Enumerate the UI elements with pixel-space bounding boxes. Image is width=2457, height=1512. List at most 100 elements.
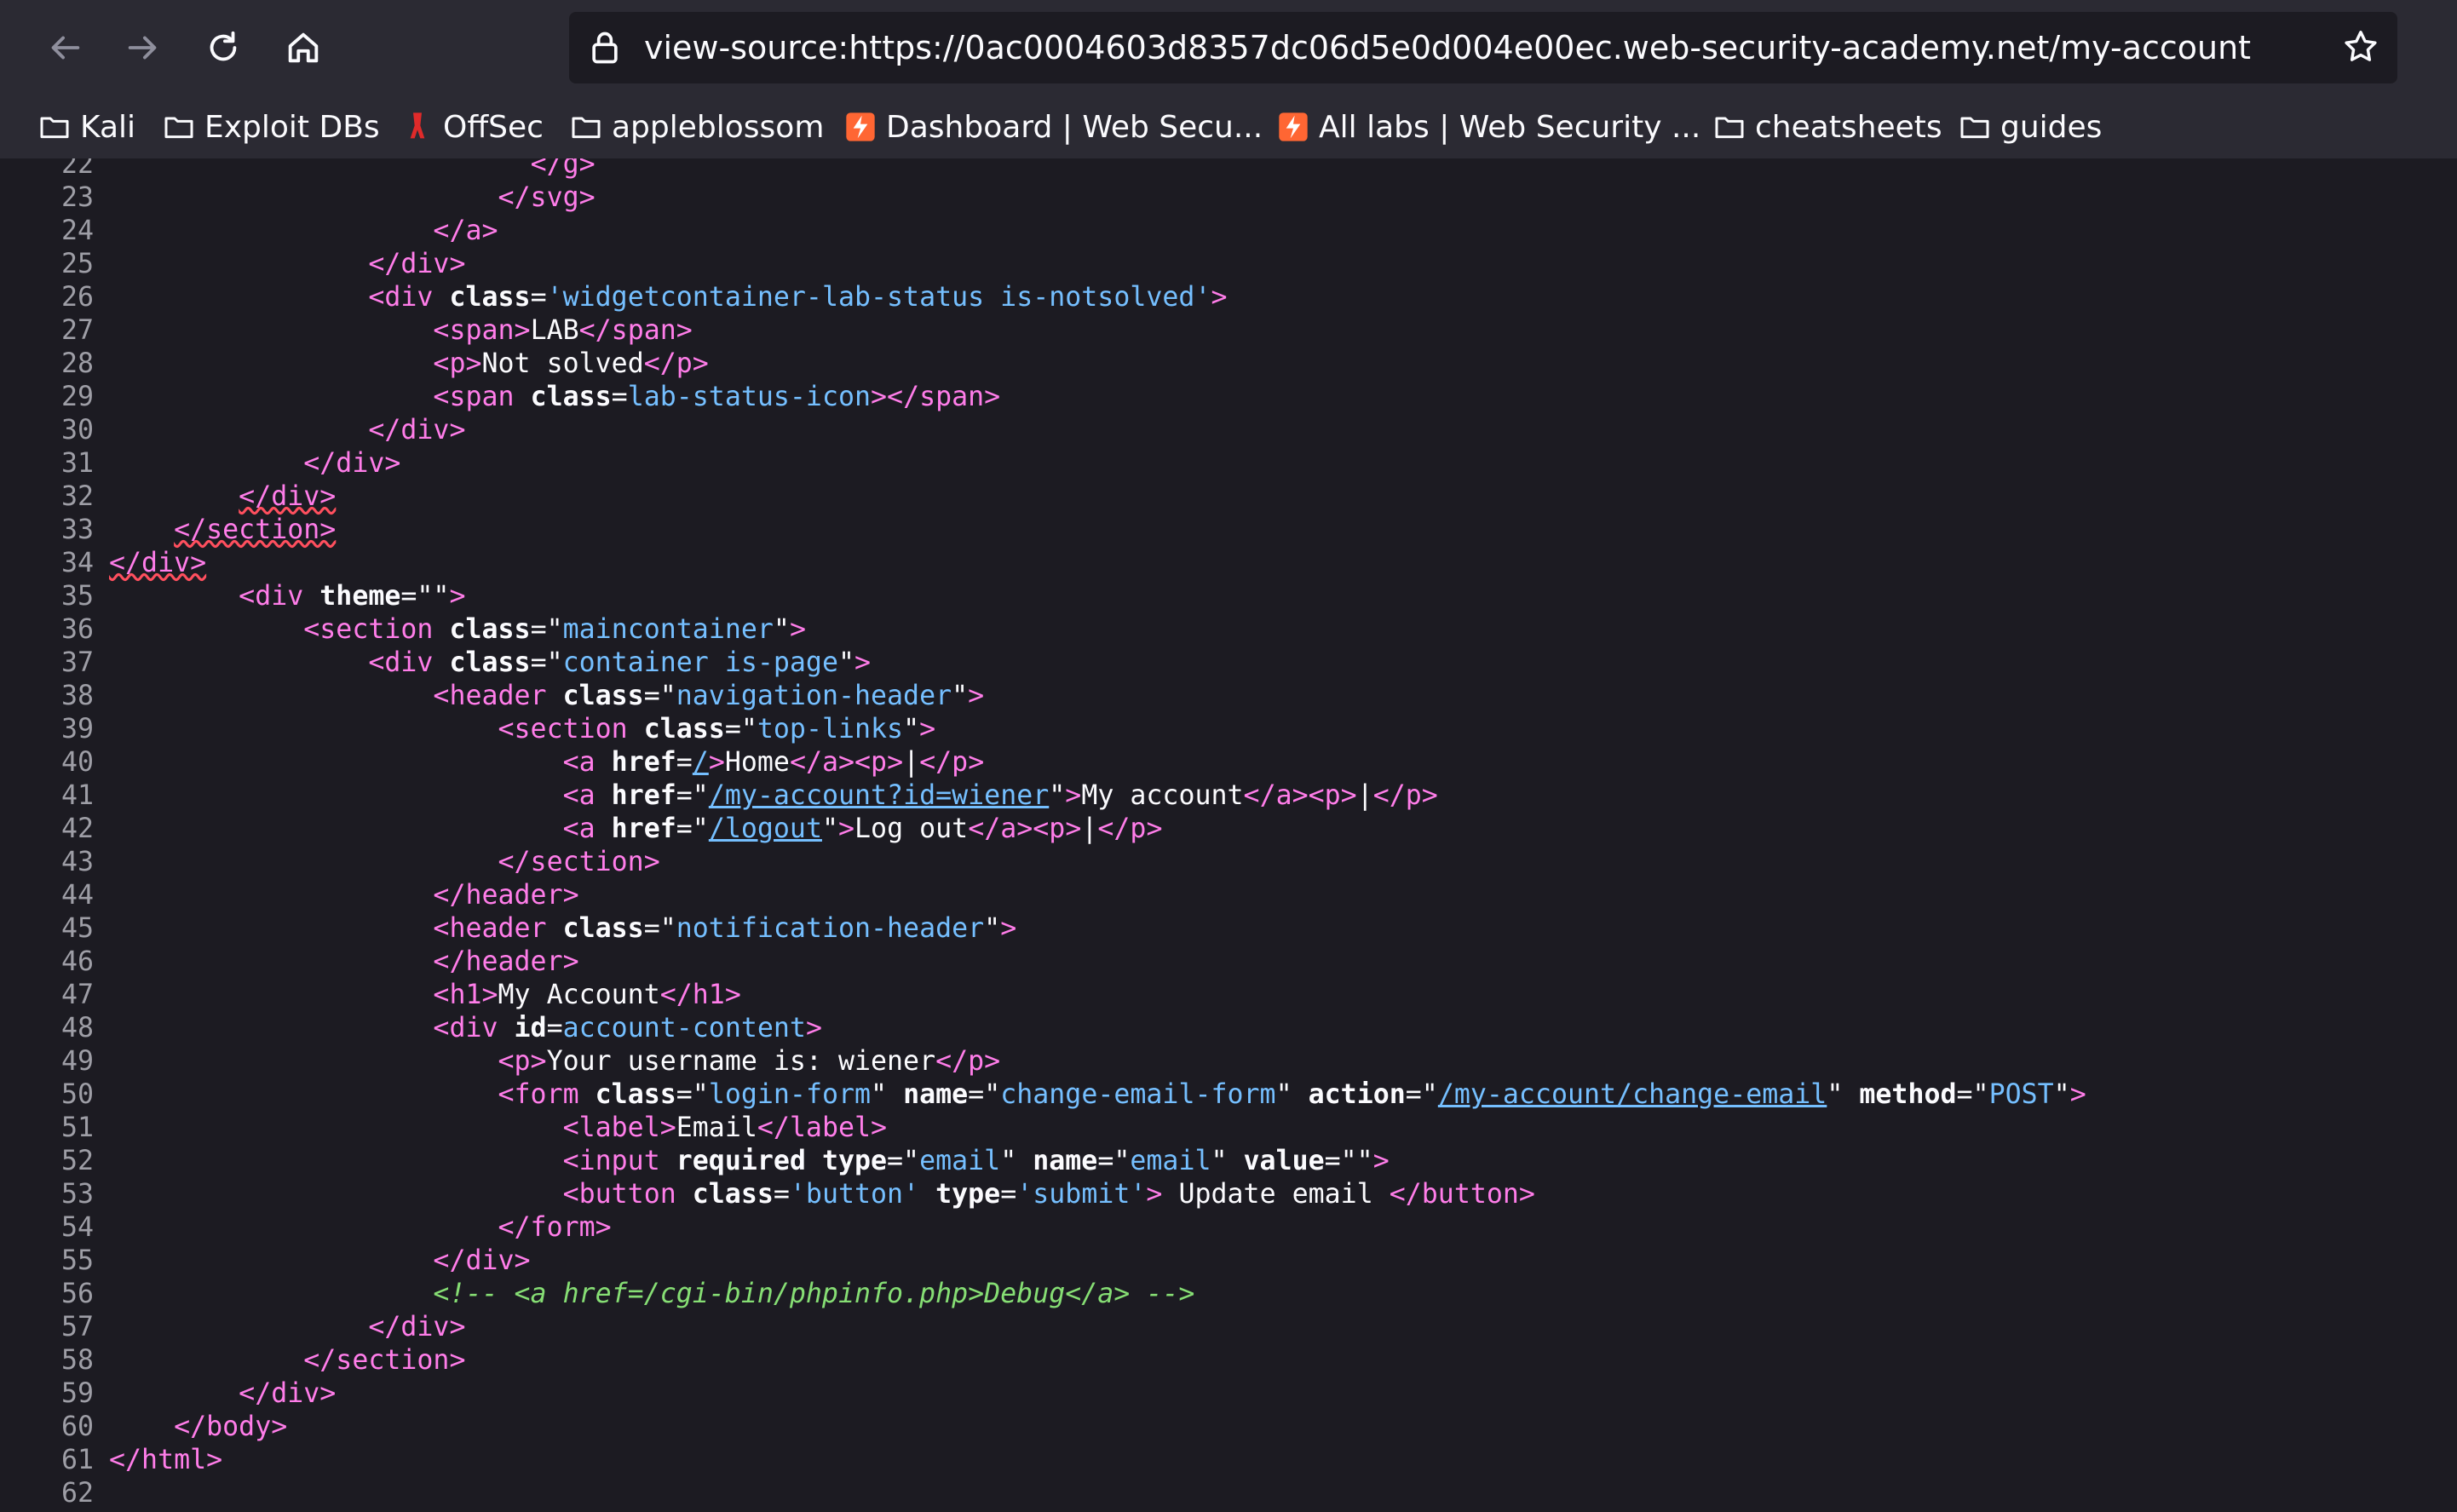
source-line: 38 <header class="navigation-header"> xyxy=(0,680,984,713)
source-link[interactable]: /my-account?id=wiener xyxy=(709,780,1049,811)
source-token: method xyxy=(1859,1079,1957,1110)
line-number: 51 xyxy=(60,1112,94,1143)
url-text[interactable]: view-source:https://0ac0004603d8357dc06d… xyxy=(644,12,2251,83)
bookmark-dashboard[interactable]: Dashboard | Web Secu... xyxy=(843,95,1263,158)
lock-icon[interactable] xyxy=(586,29,624,66)
line-number: 32 xyxy=(60,481,94,512)
folder-icon xyxy=(40,117,69,139)
source-link[interactable]: / xyxy=(693,747,709,778)
source-line: 33 </section> xyxy=(0,514,336,547)
line-number: 33 xyxy=(60,515,94,545)
line-number: 25 xyxy=(60,249,94,279)
source-token: " xyxy=(821,813,838,844)
source-token: > xyxy=(838,813,855,844)
bookmark-cheatsheets[interactable]: cheatsheets xyxy=(1712,95,1942,158)
source-token: </section> xyxy=(303,1345,466,1376)
folder-icon xyxy=(572,117,601,139)
source-token: " xyxy=(837,647,854,678)
source-token: Log out xyxy=(854,813,969,844)
source-token: > xyxy=(2069,1079,2086,1110)
source-token: " xyxy=(1211,1146,1244,1176)
source-line: 62 xyxy=(0,1477,109,1510)
bookmark-label: appleblossom xyxy=(612,109,825,145)
source-token: </h1> xyxy=(659,980,741,1010)
source-token: 'button' xyxy=(789,1179,920,1210)
source-link[interactable]: /my-account/change-email xyxy=(1438,1079,1827,1110)
source-token: action xyxy=(1308,1079,1406,1110)
source-token: " xyxy=(1049,780,1066,811)
source-token: > xyxy=(789,614,806,645)
source-token: account-content xyxy=(562,1013,806,1043)
source-line: 30 </div> xyxy=(0,414,466,447)
source-token: Your username is: wiener xyxy=(546,1046,936,1077)
portswigger-icon xyxy=(846,112,875,141)
source-token: ="" xyxy=(1324,1146,1373,1176)
bookmark-appleblossom[interactable]: appleblossom xyxy=(569,95,824,158)
source-line: 56 <!-- <a href=/cgi-bin/phpinfo.php>Deb… xyxy=(0,1278,1194,1311)
line-number: 26 xyxy=(60,282,94,313)
source-line: 25 </div> xyxy=(0,248,466,281)
source-token: = xyxy=(1000,1179,1017,1210)
source-line: 61 </html> xyxy=(0,1444,222,1477)
bookmark-all-labs[interactable]: All labs | Web Security ... xyxy=(1276,95,1700,158)
back-button[interactable] xyxy=(37,20,92,75)
offsec-icon xyxy=(410,112,425,139)
source-token: = xyxy=(530,282,547,313)
source-token: " xyxy=(952,681,969,711)
line-number: 38 xyxy=(60,681,94,711)
bookmark-star-icon[interactable] xyxy=(2341,27,2380,66)
source-token: =" xyxy=(887,1146,920,1176)
forward-button[interactable] xyxy=(116,20,170,75)
source-line: 60 </body> xyxy=(0,1411,287,1444)
folder-icon xyxy=(164,117,193,139)
source-line: 32 </div> xyxy=(0,480,336,514)
line-number: 61 xyxy=(60,1445,94,1475)
source-token: =" xyxy=(1405,1079,1438,1110)
source-token: </div> xyxy=(303,448,401,479)
source-token: </div> xyxy=(433,1245,531,1276)
source-line: 42 <a href="/logout">Log out</a><p>|</p> xyxy=(0,813,1163,846)
source-line: 37 <div class="container is-page"> xyxy=(0,647,871,680)
source-token: </p> xyxy=(643,348,709,379)
source-token: > xyxy=(449,581,466,612)
line-number: 56 xyxy=(60,1279,94,1309)
source-line: 24 </a> xyxy=(0,215,498,248)
home-button[interactable] xyxy=(276,20,331,75)
source-token: <div xyxy=(239,581,320,612)
line-number: 23 xyxy=(60,182,94,213)
source-line: 27 <span>LAB</span> xyxy=(0,314,693,348)
forward-arrow-icon xyxy=(128,36,157,60)
source-line: 34 </div> xyxy=(0,547,206,580)
bookmark-kali[interactable]: Kali xyxy=(37,95,135,158)
source-token: type xyxy=(935,1179,1001,1210)
line-number: 24 xyxy=(60,216,94,246)
source-token: change-email-form xyxy=(1000,1079,1276,1110)
source-line: 57 </div> xyxy=(0,1311,466,1344)
line-number: 48 xyxy=(60,1013,94,1043)
line-number: 58 xyxy=(60,1345,94,1376)
source-token: </svg> xyxy=(498,182,596,213)
bookmark-label: cheatsheets xyxy=(1755,109,1942,145)
source-token: <button xyxy=(562,1179,693,1210)
source-token: lab-status-icon xyxy=(627,382,872,412)
address-bar[interactable]: view-source:https://0ac0004603d8357dc06d… xyxy=(569,12,2397,83)
bookmark-exploit-dbs[interactable]: Exploit DBs xyxy=(162,95,380,158)
source-token: = xyxy=(676,747,693,778)
source-token: id xyxy=(514,1013,547,1043)
source-token: = xyxy=(773,1179,790,1210)
source-token: href xyxy=(611,780,676,811)
source-token: href xyxy=(611,747,676,778)
bookmark-offsec[interactable]: OffSec xyxy=(400,95,544,158)
source-token: <div xyxy=(368,282,450,313)
bookmark-label: guides xyxy=(2000,109,2103,145)
source-token: =" xyxy=(676,780,709,811)
source-link[interactable]: /logout xyxy=(709,813,822,844)
reload-button[interactable] xyxy=(196,20,250,75)
source-token: =" xyxy=(643,681,676,711)
source-line: 51 <label>Email</label> xyxy=(0,1112,887,1145)
line-number: 40 xyxy=(60,747,94,778)
bookmark-guides[interactable]: guides xyxy=(1958,95,2102,158)
source-token: </a><p> xyxy=(968,813,1082,844)
source-line: 26 <div class='widgetcontainer-lab-statu… xyxy=(0,281,1228,314)
source-line: 50 <form class="login-form" name="change… xyxy=(0,1078,2086,1112)
